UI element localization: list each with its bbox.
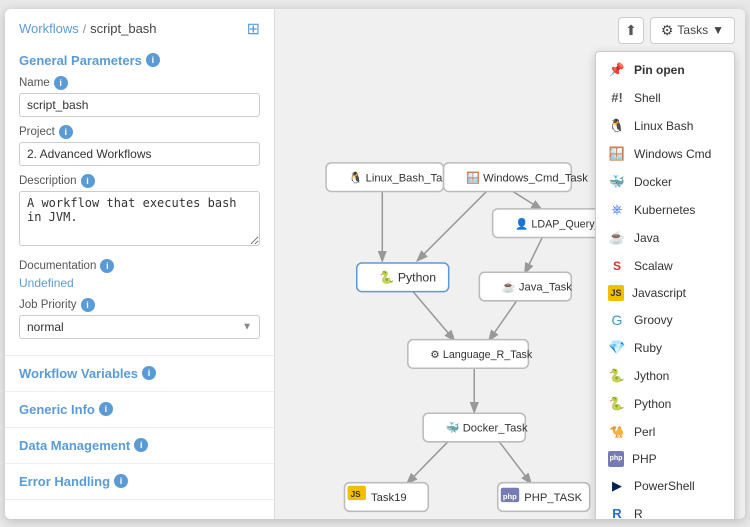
general-params-info-icon[interactable]: i [146, 53, 160, 67]
generic-info-info-icon[interactable]: i [99, 402, 113, 416]
documentation-link[interactable]: Undefined [19, 276, 260, 290]
dropdown-php[interactable]: php PHP [596, 446, 734, 472]
job-priority-label: Job Priority i [19, 298, 260, 312]
name-label: Name i [19, 76, 260, 90]
node-task19[interactable]: JS Task19 [344, 482, 428, 511]
breadcrumb-separator: / [83, 22, 86, 36]
tasks-button[interactable]: ⚙ Tasks ▼ [650, 17, 735, 44]
name-info-icon[interactable]: i [54, 76, 68, 90]
dropdown-jython[interactable]: 🐍 Jython [596, 362, 734, 390]
java-icon: ☕ [608, 229, 626, 247]
r-icon: R [608, 505, 626, 519]
ruby-icon: 💎 [608, 339, 626, 357]
project-label: Project i [19, 125, 260, 139]
dropdown-docker[interactable]: 🐳 Docker [596, 168, 734, 196]
dropdown-java[interactable]: ☕ Java [596, 224, 734, 252]
right-toolbar: ⬆ ⚙ Tasks ▼ [275, 9, 745, 52]
svg-text:🐍 Python: 🐍 Python [379, 269, 436, 284]
dropdown-windows-cmd[interactable]: 🪟 Windows Cmd [596, 140, 734, 168]
powershell-icon: ▶ [608, 477, 626, 495]
error-handling-info-icon[interactable]: i [114, 474, 128, 488]
job-priority-info-icon[interactable]: i [81, 298, 95, 312]
project-input[interactable] [19, 142, 260, 166]
dropdown-ruby[interactable]: 💎 Ruby [596, 334, 734, 362]
name-input[interactable] [19, 93, 260, 117]
breadcrumb: Workflows / script_bash ⊞ [5, 9, 274, 45]
pin-icon: 📌 [608, 61, 626, 79]
svg-text:🐧 Linux_Bash_Task: 🐧 Linux_Bash_Task [349, 170, 454, 184]
breadcrumb-current: script_bash [90, 21, 156, 36]
upload-icon-btn[interactable]: ⬆ [618, 17, 644, 44]
workflow-variables-info-icon[interactable]: i [142, 366, 156, 380]
breadcrumb-workflows-link[interactable]: Workflows [19, 21, 79, 36]
right-panel: ⬆ ⚙ Tasks ▼ [275, 9, 745, 519]
workflow-variables-section[interactable]: Workflow Variables i [5, 356, 274, 392]
linux-bash-icon: 🐧 [608, 117, 626, 135]
data-management-info-icon[interactable]: i [134, 438, 148, 452]
svg-text:php: php [503, 492, 517, 501]
app-container: Workflows / script_bash ⊞ General Parame… [5, 9, 745, 519]
dropdown-scalaw[interactable]: S Scalaw [596, 252, 734, 280]
left-panel: Workflows / script_bash ⊞ General Parame… [5, 9, 275, 519]
description-info-icon[interactable]: i [81, 174, 95, 188]
jython-icon: 🐍 [608, 367, 626, 385]
grid-icon[interactable]: ⊞ [247, 19, 260, 39]
node-language-r-task[interactable]: ⚙ Language_R_Task [408, 339, 533, 368]
dropdown-r[interactable]: R R [596, 500, 734, 519]
dropdown-groovy[interactable]: G Groovy [596, 306, 734, 334]
perl-icon: 🐪 [608, 423, 626, 441]
kubernetes-icon: ⎈ [608, 201, 626, 219]
node-python[interactable]: 🐍 Python [357, 263, 449, 292]
general-parameters-section: General Parameters i Name i Project i De… [5, 45, 274, 356]
node-linux-bash-task[interactable]: 🐧 Linux_Bash_Task [326, 162, 454, 191]
dropdown-shell[interactable]: #! Shell [596, 84, 734, 112]
dropdown-kubernetes[interactable]: ⎈ Kubernetes [596, 196, 734, 224]
dropdown-python[interactable]: 🐍 Python [596, 390, 734, 418]
job-priority-select[interactable]: normal high low [19, 315, 260, 339]
node-java-task[interactable]: ☕ Java_Task [479, 272, 572, 301]
project-info-icon[interactable]: i [59, 125, 73, 139]
dropdown-powershell[interactable]: ▶ PowerShell [596, 472, 734, 500]
svg-text:⚙ Language_R_Task: ⚙ Language_R_Task [430, 349, 533, 361]
svg-text:Task19: Task19 [371, 492, 407, 504]
php-icon: php [608, 451, 624, 467]
scalaw-icon: S [608, 257, 626, 275]
dropdown-perl[interactable]: 🐪 Perl [596, 418, 734, 446]
windows-cmd-icon: 🪟 [608, 145, 626, 163]
javascript-icon: JS [608, 285, 624, 301]
general-parameters-title: General Parameters i [19, 53, 260, 68]
description-textarea[interactable]: A workflow that executes bash in JVM. [19, 191, 260, 246]
svg-text:☕ Java_Task: ☕ Java_Task [502, 279, 572, 293]
shell-icon: #! [608, 89, 626, 107]
node-docker-task[interactable]: 🐳 Docker_Task [423, 413, 528, 442]
error-handling-section[interactable]: Error Handling i [5, 464, 274, 500]
documentation-info-icon[interactable]: i [100, 259, 114, 273]
svg-text:🐳 Docker_Task: 🐳 Docker_Task [446, 421, 528, 434]
dropdown-javascript[interactable]: JS Javascript [596, 280, 734, 306]
description-label: Description i [19, 174, 260, 188]
node-windows-cmd-task[interactable]: 🪟 Windows_Cmd_Task [444, 162, 589, 191]
docker-icon: 🐳 [608, 173, 626, 191]
documentation-label: Documentation i [19, 259, 260, 273]
node-php-task[interactable]: php PHP_TASK [498, 482, 590, 511]
svg-text:JS: JS [351, 490, 362, 499]
dropdown-linux-bash[interactable]: 🐧 Linux Bash [596, 112, 734, 140]
svg-text:🪟 Windows_Cmd_Task: 🪟 Windows_Cmd_Task [466, 170, 588, 184]
python-icon: 🐍 [608, 395, 626, 413]
dropdown-pin-open[interactable]: 📌 Pin open [596, 56, 734, 84]
svg-text:PHP_TASK: PHP_TASK [524, 492, 582, 504]
tasks-dropdown: 📌 Pin open #! Shell 🐧 Linux Bash 🪟 Windo… [595, 51, 735, 519]
generic-info-section[interactable]: Generic Info i [5, 392, 274, 428]
job-priority-select-wrap: normal high low ▼ [19, 315, 260, 339]
groovy-icon: G [608, 311, 626, 329]
data-management-section[interactable]: Data Management i [5, 428, 274, 464]
